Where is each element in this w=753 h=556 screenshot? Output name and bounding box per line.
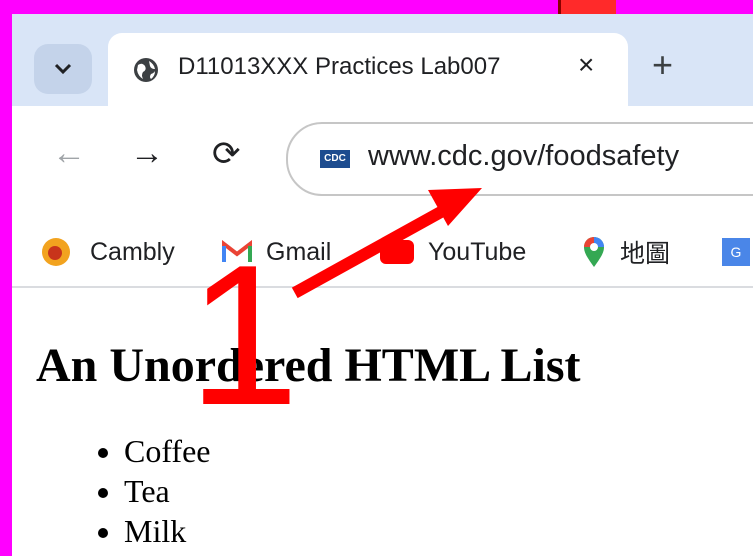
- bookmark-cambly[interactable]: Cambly: [42, 236, 175, 268]
- chevron-down-icon: [54, 63, 72, 75]
- back-button[interactable]: ←: [52, 134, 86, 173]
- step-number-annotation: 1: [188, 224, 300, 447]
- bookmark-label: Cambly: [90, 237, 175, 266]
- red-marker: [558, 0, 616, 14]
- address-bar[interactable]: CDC www.cdc.gov/foodsafety: [286, 122, 753, 196]
- url-text[interactable]: www.cdc.gov/foodsafety: [368, 140, 679, 173]
- page-content: An Unordered HTML List Coffee Tea Milk: [12, 288, 753, 556]
- tab-close-button[interactable]: ×: [578, 49, 594, 81]
- bookmark-youtube[interactable]: YouTube: [380, 236, 526, 268]
- translate-icon: G: [722, 238, 750, 266]
- bookmark-label: 地圖: [620, 240, 671, 268]
- cambly-icon: [42, 238, 70, 266]
- bookmark-translate[interactable]: G: [722, 236, 750, 268]
- unordered-list: Coffee Tea Milk: [124, 431, 210, 551]
- tab-title: D11013XXX Practices Lab007: [178, 53, 501, 80]
- bookmarks-bar: Cambly Gmail YouTube 地圖 G: [12, 220, 753, 288]
- reload-button[interactable]: ⟳: [212, 134, 241, 174]
- bookmark-maps[interactable]: 地圖: [582, 236, 670, 268]
- forward-button[interactable]: →: [130, 134, 164, 173]
- navigation-toolbar: ← → ⟳ CDC www.cdc.gov/foodsafety: [12, 106, 753, 220]
- tab-search-button[interactable]: [34, 44, 92, 94]
- list-item: Tea: [124, 471, 210, 511]
- globe-icon: [134, 58, 158, 82]
- bookmark-label: YouTube: [428, 237, 527, 266]
- youtube-icon: [380, 240, 414, 264]
- tab-active[interactable]: D11013XXX Practices Lab007 ×: [108, 33, 628, 106]
- new-tab-button[interactable]: +: [652, 44, 673, 86]
- browser-window: D11013XXX Practices Lab007 × + ← → ⟳ CDC…: [12, 14, 753, 556]
- maps-icon: [584, 237, 604, 267]
- list-item: Milk: [124, 511, 210, 551]
- tab-strip: D11013XXX Practices Lab007 × +: [12, 14, 753, 106]
- site-favicon: CDC: [320, 150, 350, 168]
- page-heading: An Unordered HTML List: [36, 339, 581, 392]
